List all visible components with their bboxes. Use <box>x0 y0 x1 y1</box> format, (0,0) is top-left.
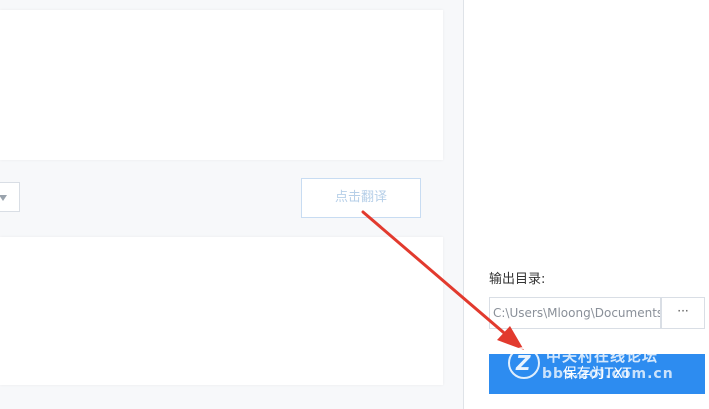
source-text-area[interactable] <box>0 10 443 160</box>
language-select[interactable] <box>0 182 20 212</box>
output-directory-label: 输出目录: <box>489 272 546 287</box>
translate-button[interactable]: 点击翻译 <box>301 178 421 218</box>
ellipsis-icon: ··· <box>677 304 689 318</box>
save-txt-button[interactable]: 保存为TXT <box>489 354 705 394</box>
result-text-area[interactable] <box>0 237 443 385</box>
translation-workspace: 点击翻译 <box>0 0 463 409</box>
output-panel <box>464 0 709 409</box>
output-path-input[interactable] <box>489 297 661 329</box>
chevron-down-icon <box>0 195 7 201</box>
browse-button[interactable]: ··· <box>661 297 705 329</box>
